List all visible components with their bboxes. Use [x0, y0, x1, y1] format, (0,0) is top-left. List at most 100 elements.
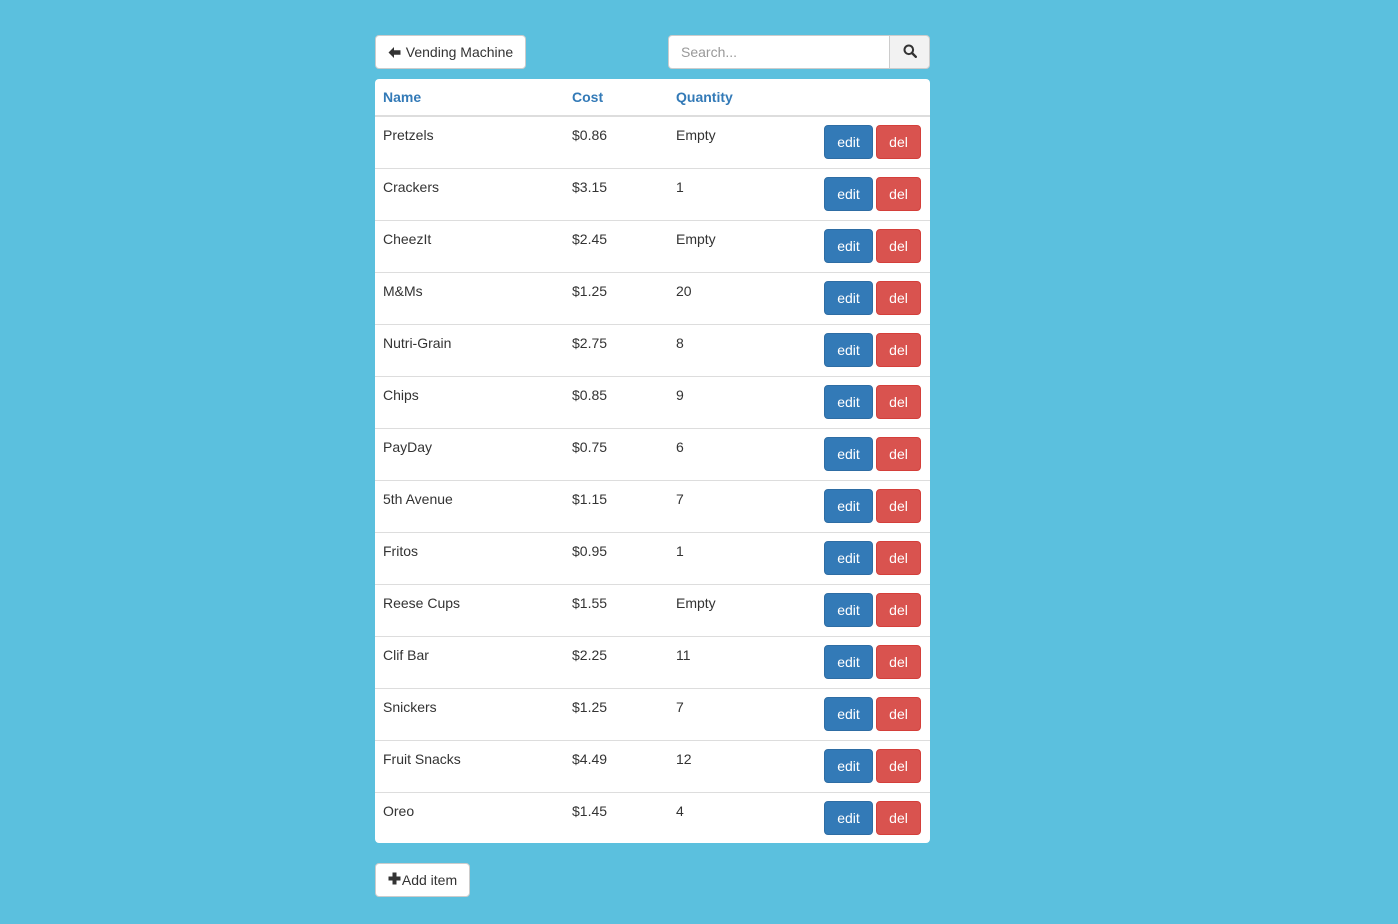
item-name: Snickers: [375, 687, 564, 740]
delete-button[interactable]: del: [876, 332, 921, 367]
table-row: Fritos $0.95 1 edit del: [375, 531, 930, 584]
delete-button[interactable]: del: [876, 540, 921, 575]
item-name: Reese Cups: [375, 583, 564, 636]
item-quantity: 7: [668, 479, 788, 532]
item-name: Pretzels: [383, 127, 434, 143]
delete-button[interactable]: del: [876, 644, 921, 679]
item-name: Fruit Snacks: [375, 739, 564, 792]
edit-button[interactable]: edit: [824, 176, 873, 211]
item-cost: $1.55: [564, 583, 668, 636]
plus-icon: [388, 872, 401, 888]
row-actions: edit del: [788, 271, 930, 324]
delete-button[interactable]: del: [876, 280, 921, 315]
delete-button[interactable]: del: [876, 125, 921, 159]
item-name: Oreo: [375, 791, 564, 843]
column-header-cost[interactable]: Cost: [564, 79, 668, 117]
table-row: Clif Bar $2.25 11 edit del: [375, 635, 930, 688]
search-button[interactable]: [889, 35, 930, 69]
edit-button[interactable]: edit: [824, 644, 873, 679]
item-name: PayDay: [375, 427, 564, 480]
delete-button[interactable]: del: [876, 228, 921, 263]
row-actions: edit del: [788, 531, 930, 584]
delete-button[interactable]: del: [876, 592, 921, 627]
row-actions: edit del: [788, 583, 930, 636]
item-name: Nutri-Grain: [375, 323, 564, 376]
add-item-label: Add item: [401, 872, 458, 888]
delete-button[interactable]: del: [876, 436, 921, 471]
item-cost: $4.49: [564, 739, 668, 792]
delete-button[interactable]: del: [876, 176, 921, 211]
delete-button[interactable]: del: [876, 748, 921, 783]
edit-button[interactable]: edit: [824, 436, 873, 471]
table-row: Pretzels $0.86 Empty edit del: [375, 116, 930, 168]
column-header-quantity[interactable]: Quantity: [668, 79, 788, 117]
row-actions: edit del: [788, 791, 930, 843]
item-cost: $0.95: [564, 531, 668, 584]
items-panel: Name Cost Quantity Pretzels $0.86 Empty edi…: [375, 79, 930, 843]
table-row: Crackers $3.15 1 edit del: [375, 167, 930, 220]
add-item-button[interactable]: Add item: [375, 863, 470, 897]
edit-button[interactable]: edit: [824, 332, 873, 367]
edit-button[interactable]: edit: [824, 125, 873, 159]
item-cost: $2.75: [564, 323, 668, 376]
row-actions: edit del: [788, 635, 930, 688]
item-name: Clif Bar: [375, 635, 564, 688]
table-row: Reese Cups $1.55 Empty edit del: [375, 583, 930, 636]
row-actions: edit del: [788, 116, 930, 168]
table-row: Fruit Snacks $4.49 12 edit del: [375, 739, 930, 792]
item-cost: $1.45: [564, 791, 668, 843]
search-input[interactable]: [668, 35, 889, 69]
item-quantity: Empty: [676, 127, 716, 143]
edit-button[interactable]: edit: [824, 800, 873, 835]
item-cost: $2.45: [564, 219, 668, 272]
table-row: Nutri-Grain $2.75 8 edit del: [375, 323, 930, 376]
item-cost: $1.15: [564, 479, 668, 532]
column-header-actions: [788, 79, 930, 117]
item-name: Fritos: [375, 531, 564, 584]
row-actions: edit del: [788, 739, 930, 792]
search-icon: [903, 44, 917, 61]
item-quantity: 6: [668, 427, 788, 480]
edit-button[interactable]: edit: [824, 696, 873, 731]
search-group: [668, 35, 930, 69]
item-quantity: 9: [668, 375, 788, 428]
edit-button[interactable]: edit: [824, 280, 873, 315]
row-actions: edit del: [788, 323, 930, 376]
item-quantity: 1: [668, 167, 788, 220]
item-cost: $3.15: [564, 167, 668, 220]
column-header-name[interactable]: Name: [375, 79, 564, 117]
delete-button[interactable]: del: [876, 384, 921, 419]
table-row: Chips $0.85 9 edit del: [375, 375, 930, 428]
table-row: Oreo $1.45 4 edit del: [375, 791, 930, 843]
item-name: CheezIt: [375, 219, 564, 272]
table-header-row: Name Cost Quantity: [375, 79, 930, 117]
item-name: 5th Avenue: [375, 479, 564, 532]
edit-button[interactable]: edit: [824, 488, 873, 523]
item-quantity: 1: [668, 531, 788, 584]
table-row: M&Ms $1.25 20 edit del: [375, 271, 930, 324]
edit-button[interactable]: edit: [824, 540, 873, 575]
top-bar: Vending Machine: [375, 35, 930, 69]
item-cost: $1.25: [564, 271, 668, 324]
table-row: CheezIt $2.45 Empty edit del: [375, 219, 930, 272]
back-button[interactable]: Vending Machine: [375, 35, 526, 69]
item-quantity: 11: [668, 635, 788, 688]
edit-button[interactable]: edit: [824, 228, 873, 263]
edit-button[interactable]: edit: [824, 748, 873, 783]
item-quantity: Empty: [668, 219, 788, 272]
item-name: M&Ms: [375, 271, 564, 324]
item-quantity: Empty: [668, 583, 788, 636]
edit-button[interactable]: edit: [824, 592, 873, 627]
edit-button[interactable]: edit: [824, 384, 873, 419]
item-cost: $1.25: [564, 687, 668, 740]
item-quantity: 4: [668, 791, 788, 843]
delete-button[interactable]: del: [876, 488, 921, 523]
delete-button[interactable]: del: [876, 696, 921, 731]
arrow-left-icon: [388, 46, 401, 59]
row-actions: edit del: [788, 219, 930, 272]
delete-button[interactable]: del: [876, 800, 921, 835]
item-quantity: 8: [668, 323, 788, 376]
row-actions: edit del: [788, 427, 930, 480]
row-actions: edit del: [788, 375, 930, 428]
item-quantity: 7: [668, 687, 788, 740]
